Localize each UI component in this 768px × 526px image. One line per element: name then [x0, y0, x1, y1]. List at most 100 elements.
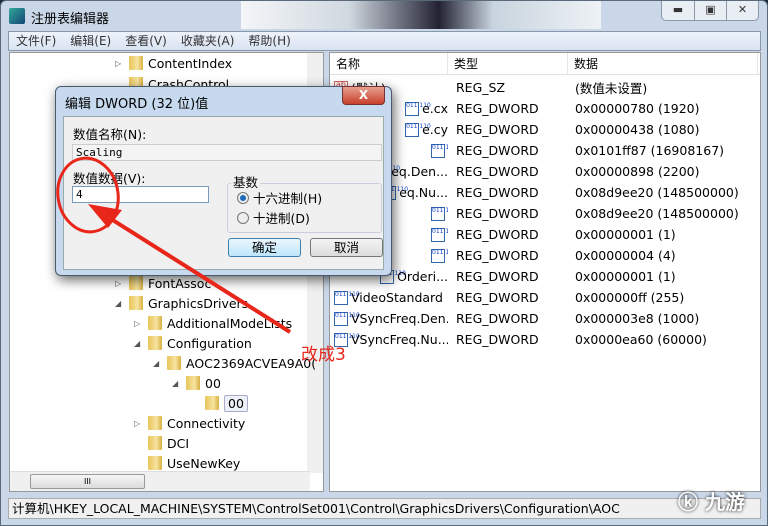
value-data-cell: (数值未设置) — [575, 81, 648, 96]
collapse-arrow-icon[interactable]: ◢ — [153, 359, 159, 368]
value-name: VideoStandard — [351, 290, 443, 305]
folder-icon — [186, 376, 200, 390]
value-name: VSyncFreq.Den... — [351, 311, 448, 326]
folder-icon — [148, 456, 162, 470]
folder-icon — [167, 356, 181, 370]
value-name-cell: 011 110 VSyncFreq.Nu... — [330, 332, 448, 347]
expand-arrow-icon[interactable]: ▷ — [115, 59, 121, 68]
menu-file[interactable]: 文件(F) — [9, 32, 63, 50]
menu-bar: 文件(F) 编辑(E) 查看(V) 收藏夹(A) 帮助(H) — [8, 31, 761, 51]
folder-icon — [205, 396, 219, 410]
tree-item[interactable]: 00 — [205, 393, 248, 413]
menu-help[interactable]: 帮助(H) — [241, 32, 297, 50]
folder-icon — [129, 276, 143, 290]
tree-item-label: 00 — [205, 375, 221, 391]
binary-value-icon: 011 110 — [431, 143, 448, 158]
value-data-cell: 0x00000001 (1) — [575, 269, 676, 284]
list-row[interactable]: 011 110 VSyncFreq.Den... REG_DWORD 0x000003… — [330, 308, 699, 329]
value-data-cell: 0x00000001 (1) — [575, 227, 676, 242]
value-type-cell: REG_DWORD — [456, 185, 539, 200]
radio-dec-label: 十进制(D) — [253, 211, 310, 226]
list-row[interactable]: 011 110 VideoStandard REG_DWORD 0x000000ff … — [330, 287, 684, 308]
tree-item[interactable]: ◢ Configuration — [134, 333, 252, 353]
binary-value-icon: 011 110 — [334, 311, 360, 326]
close-button[interactable]: ✕ — [726, 1, 758, 20]
value-data-cell: 0x08d9ee20 (148500000) — [575, 185, 739, 200]
radio-decimal[interactable]: 十进制(D) — [237, 208, 310, 227]
binary-value-icon: 011 110 — [405, 122, 431, 137]
dialog-title: 编辑 DWORD (32 位)值 — [65, 97, 209, 112]
tree-item-label: DCI — [167, 435, 190, 451]
value-type-cell: REG_DWORD — [456, 311, 539, 326]
radio-hexadecimal[interactable]: 十六进制(H) — [237, 188, 322, 207]
value-data-cell: 0x00000004 (4) — [575, 248, 676, 263]
minimize-button[interactable]: ▬ — [662, 1, 694, 20]
expand-arrow-icon[interactable]: ▷ — [134, 319, 140, 328]
tree-item-label: ContentIndex — [148, 55, 233, 71]
scroll-thumb[interactable]: III — [30, 474, 145, 489]
cancel-button[interactable]: 取消 — [310, 238, 383, 257]
collapse-arrow-icon[interactable]: ◢ — [115, 299, 121, 308]
value-data-label: 数值数据(V): — [73, 171, 146, 186]
binary-value-icon: 011 110 — [334, 290, 360, 305]
value-name: eq.Den... — [391, 164, 448, 179]
value-data-cell: 0x00000438 (1080) — [575, 122, 700, 137]
menu-edit[interactable]: 编辑(E) — [63, 32, 118, 50]
tree-item-label: 00 — [224, 394, 248, 412]
binary-value-icon: 011 110 — [431, 227, 448, 242]
menu-favorites[interactable]: 收藏夹(A) — [174, 32, 242, 50]
value-name: e.cx — [422, 101, 448, 116]
menu-view[interactable]: 查看(V) — [118, 32, 174, 50]
tree-item[interactable]: ◢ GraphicsDrivers — [115, 293, 248, 313]
collapse-arrow-icon[interactable]: ◢ — [134, 339, 140, 348]
value-type-cell: REG_DWORD — [456, 290, 539, 305]
value-name: e.cy — [422, 122, 448, 137]
edit-dword-dialog: 编辑 DWORD (32 位)值 X 数值名称(N): Scaling 数值数据… — [55, 86, 392, 276]
watermark-logo: ⓚ 九游 — [678, 490, 745, 514]
column-header-data[interactable]: 数据 — [568, 53, 758, 74]
value-name: eq.Nu... — [399, 185, 448, 200]
column-header-type[interactable]: 类型 — [448, 53, 568, 74]
tree-item-label: UseNewKey — [167, 455, 241, 471]
tree-horizontal-scrollbar[interactable]: III — [10, 471, 310, 491]
ok-button[interactable]: 确定 — [228, 238, 301, 257]
title-bar: 注册表编辑器 ▬ ▣ ✕ — [1, 1, 767, 31]
tree-item[interactable]: ◢ 00 — [172, 373, 221, 393]
dialog-close-button[interactable]: X — [342, 86, 385, 105]
folder-icon — [148, 416, 162, 430]
annotation-text: 改成3 — [301, 345, 346, 365]
tree-item[interactable]: ◢ AOC2369ACVEA9A0( — [153, 353, 317, 373]
value-type-cell: REG_DWORD — [456, 143, 539, 158]
tree-item[interactable]: ▷ FontAssoc — [115, 273, 212, 293]
tree-item[interactable]: UseNewKey — [148, 453, 240, 473]
maximize-button[interactable]: ▣ — [694, 1, 726, 20]
folder-icon — [148, 436, 162, 450]
value-data-cell: 0x0000ea60 (60000) — [575, 332, 707, 347]
status-bar-path: 计算机\HKEY_LOCAL_MACHINE\SYSTEM\ControlSet… — [8, 498, 761, 519]
value-data-cell: 0x000003e8 (1000) — [575, 311, 700, 326]
tree-item-label: Configuration — [167, 335, 252, 351]
value-data-cell: 0x00000780 (1920) — [575, 101, 700, 116]
folder-icon — [129, 296, 143, 310]
value-data-input[interactable]: 4 — [72, 186, 209, 203]
tree-item[interactable]: DCI — [148, 433, 189, 453]
value-data-cell: 0x0101ff87 (16908167) — [575, 143, 725, 158]
expand-arrow-icon[interactable]: ▷ — [115, 279, 121, 288]
list-row[interactable]: 011 110 VSyncFreq.Nu... REG_DWORD 0x0000ea6… — [330, 329, 707, 350]
window-title: 注册表编辑器 — [31, 12, 110, 27]
value-type-cell: REG_DWORD — [456, 332, 539, 347]
values-list[interactable]: 名称 类型 数据 ab(默认)REG_SZ(数值未设置)011 110e.cxR… — [329, 52, 761, 492]
value-type-cell: REG_DWORD — [456, 164, 539, 179]
tree-item[interactable]: ▷ AdditionalModeLists — [134, 313, 292, 333]
column-header-name[interactable]: 名称 — [330, 53, 448, 74]
tree-item[interactable]: ▷ Connectivity — [134, 413, 246, 433]
collapse-arrow-icon[interactable]: ◢ — [172, 379, 178, 388]
tree-item-label: Connectivity — [167, 415, 246, 431]
tree-item-label: FontAssoc — [148, 275, 212, 291]
expand-arrow-icon[interactable]: ▷ — [134, 419, 140, 428]
tree-item-label: AOC2369ACVEA9A0( — [186, 355, 317, 371]
value-name-field: Scaling — [72, 144, 382, 161]
value-data-cell: 0x00000898 (2200) — [575, 164, 700, 179]
tree-item[interactable]: ▷ ContentIndex — [115, 53, 233, 73]
value-name-cell: 011 110 VideoStandard — [330, 290, 448, 305]
